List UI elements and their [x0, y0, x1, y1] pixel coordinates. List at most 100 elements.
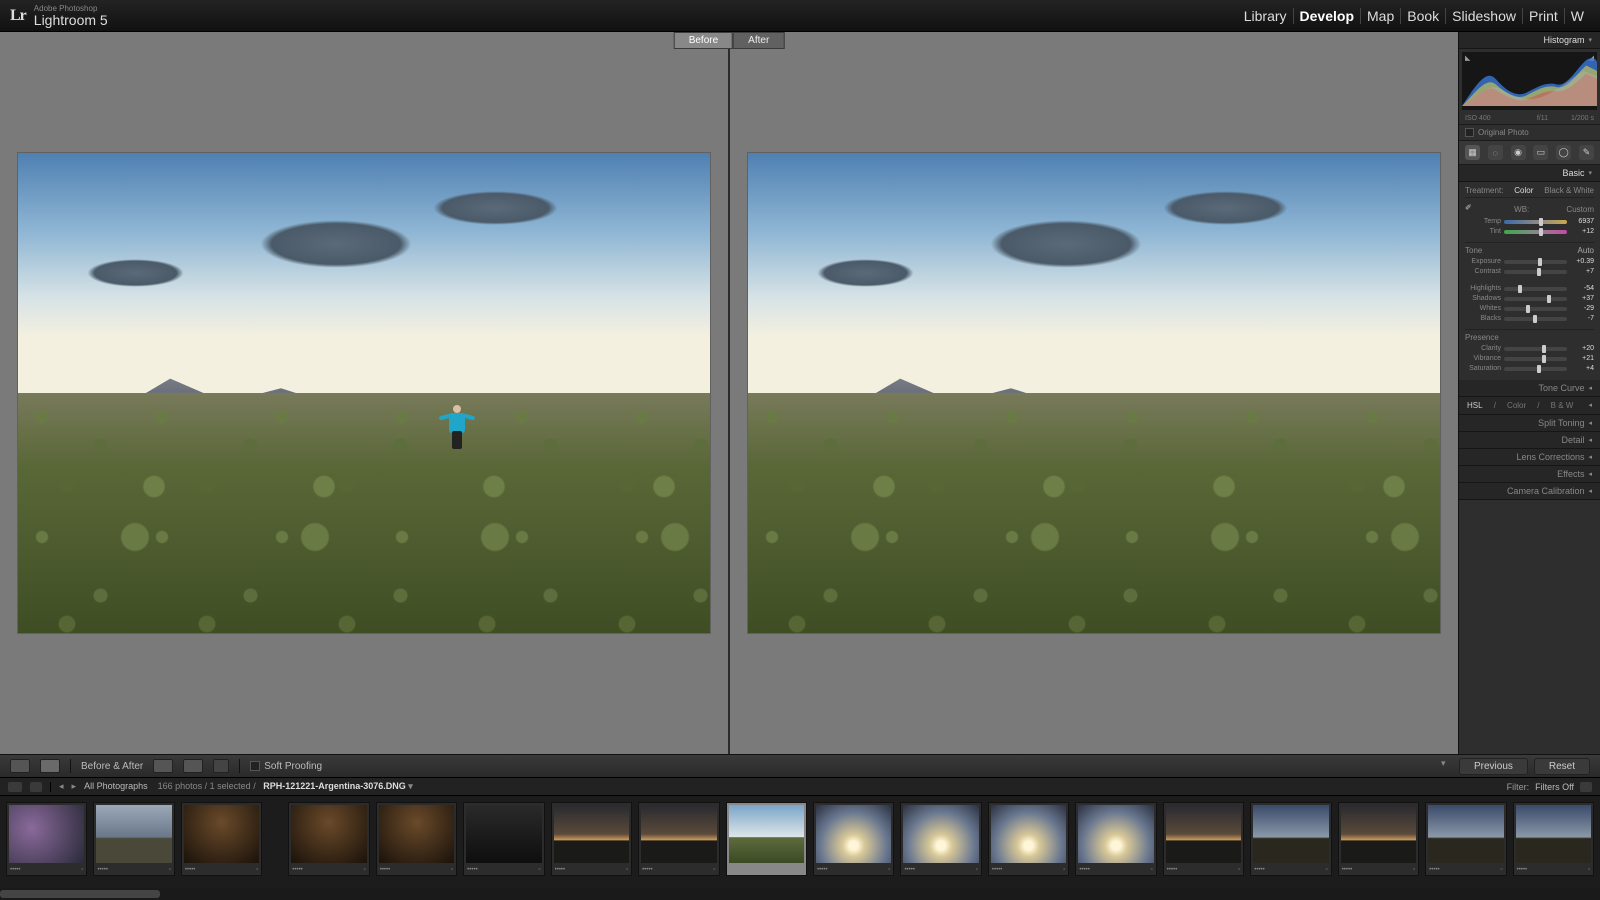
treatment-color[interactable]: Color [1514, 186, 1533, 195]
basic-label: Basic [1562, 168, 1584, 178]
reset-button[interactable]: Reset [1534, 758, 1590, 775]
nav-library[interactable]: Library [1238, 8, 1294, 24]
filmstrip-scrollbar[interactable] [0, 888, 1600, 900]
grad-tool-icon[interactable]: ▭ [1533, 145, 1548, 160]
toolbar-menu-icon[interactable]: ▾ [1441, 758, 1453, 775]
lens-header[interactable]: Lens Corrections◂ [1459, 449, 1600, 466]
detail-header[interactable]: Detail◂ [1459, 432, 1600, 449]
blacks-slider[interactable]: Blacks-7 [1465, 315, 1594, 322]
tool-strip: ▦ ◌ ◉ ▭ ◯ ✎ [1459, 141, 1600, 165]
temp-slider[interactable]: Temp 6937 [1465, 218, 1594, 225]
splittoning-header[interactable]: Split Toning◂ [1459, 415, 1600, 432]
thumb-selected[interactable]: •••••▫ [726, 802, 807, 876]
app-title-block: Adobe Photoshop Lightroom 5 [34, 5, 108, 27]
thumb[interactable]: •••••▫ [1513, 802, 1594, 876]
scrollbar-thumb[interactable] [0, 890, 160, 898]
calibration-header[interactable]: Camera Calibration◂ [1459, 483, 1600, 500]
thumb[interactable]: •••••▫ [551, 802, 632, 876]
exif-shutter: 1/200 s [1571, 115, 1594, 122]
exif-meta: ISO 400 f/11 1/200 s [1459, 113, 1600, 125]
hsl-header[interactable]: HSL/ Color/ B & W ◂ [1459, 397, 1600, 415]
redeye-tool-icon[interactable]: ◉ [1511, 145, 1526, 160]
thumb[interactable]: •••••▫ [463, 802, 544, 876]
tone-auto[interactable]: Auto [1578, 246, 1594, 255]
treatment-bw[interactable]: Black & White [1544, 186, 1594, 195]
person-figure [447, 403, 467, 449]
softproof-label: Soft Proofing [264, 761, 322, 772]
highlights-slider[interactable]: Highlights-54 [1465, 285, 1594, 292]
app-header: Lr Adobe Photoshop Lightroom 5 Library D… [0, 0, 1600, 32]
thumb[interactable]: •••••▫ [1425, 802, 1506, 876]
thumb[interactable]: •••••▫ [988, 802, 1069, 876]
before-pane[interactable] [0, 32, 730, 754]
clarity-slider[interactable]: Clarity+20 [1465, 345, 1594, 352]
thumb[interactable]: •••••▫ [1250, 802, 1331, 876]
thumb[interactable]: •••••▫ [6, 802, 87, 876]
effects-header[interactable]: Effects◂ [1459, 466, 1600, 483]
ba-layout1-icon[interactable] [153, 759, 173, 773]
grid-icon[interactable] [30, 782, 42, 792]
nav-web[interactable]: W [1565, 8, 1590, 24]
softproof-toggle[interactable]: Soft Proofing [250, 761, 322, 772]
original-photo-row[interactable]: Original Photo [1459, 125, 1600, 141]
nav-book[interactable]: Book [1401, 8, 1446, 24]
tonecurve-header[interactable]: Tone Curve◂ [1459, 380, 1600, 397]
whites-slider[interactable]: Whites-29 [1465, 305, 1594, 312]
filter-label: Filter: [1507, 782, 1530, 792]
histogram-header[interactable]: Histogram▾ [1459, 32, 1600, 49]
spot-tool-icon[interactable]: ◌ [1488, 145, 1503, 160]
tab-before[interactable]: Before [674, 32, 733, 49]
filter-value[interactable]: Filters Off [1535, 782, 1574, 792]
filmstrip-breadcrumb[interactable]: All Photographs 166 photos / 1 selected … [84, 781, 413, 792]
chevron-left-icon: ◂ [1588, 470, 1592, 478]
thumb[interactable]: •••••▫ [900, 802, 981, 876]
nav-slideshow[interactable]: Slideshow [1446, 8, 1523, 24]
ba-layout2-icon[interactable] [183, 759, 203, 773]
thumb[interactable]: •••••▫ [1075, 802, 1156, 876]
app-logo: Lr [10, 7, 26, 25]
brush-tool-icon[interactable]: ✎ [1579, 145, 1594, 160]
filter-lock-icon[interactable] [1580, 782, 1592, 792]
previous-button[interactable]: Previous [1459, 758, 1528, 775]
chevron-left-icon: ◂ [1588, 384, 1592, 392]
ba-swap-icon[interactable] [213, 759, 229, 773]
treatment-label: Treatment: [1465, 186, 1503, 195]
nav-fwd-icon[interactable]: ▸ [72, 781, 77, 792]
second-monitor-icon[interactable] [8, 782, 22, 792]
shadows-slider[interactable]: Shadows+37 [1465, 295, 1594, 302]
original-photo-checkbox[interactable] [1465, 128, 1474, 137]
thumb[interactable]: •••••▫ [638, 802, 719, 876]
nav-print[interactable]: Print [1523, 8, 1565, 24]
histogram[interactable]: ◣ ◢ [1462, 52, 1597, 110]
vibrance-slider[interactable]: Vibrance+21 [1465, 355, 1594, 362]
thumb[interactable]: •••••▫ [813, 802, 894, 876]
nav-develop[interactable]: Develop [1294, 8, 1361, 24]
loupe-view-icon[interactable] [10, 759, 30, 773]
tint-slider[interactable]: Tint +12 [1465, 228, 1594, 235]
crop-tool-icon[interactable]: ▦ [1465, 145, 1480, 160]
radial-tool-icon[interactable]: ◯ [1556, 145, 1571, 160]
filmstrip[interactable]: •••••▫ •••••▫ •••••▫ •••••▫ •••••▫ •••••… [0, 796, 1600, 888]
compare-view-icon[interactable] [40, 759, 60, 773]
presence-label: Presence [1465, 333, 1499, 342]
softproof-checkbox[interactable] [250, 761, 260, 771]
nav-map[interactable]: Map [1361, 8, 1401, 24]
after-pane[interactable] [730, 32, 1458, 754]
thumb[interactable]: •••••▫ [1338, 802, 1419, 876]
thumb[interactable]: •••••▫ [288, 802, 369, 876]
thumb[interactable]: •••••▫ [1163, 802, 1244, 876]
nav-back-icon[interactable]: ◂ [59, 781, 64, 792]
contrast-slider[interactable]: Contrast+7 [1465, 268, 1594, 275]
saturation-slider[interactable]: Saturation+4 [1465, 365, 1594, 372]
wb-value[interactable]: Custom [1566, 205, 1594, 214]
tab-after[interactable]: After [733, 32, 784, 49]
eyedropper-icon[interactable]: ✐ [1465, 203, 1477, 215]
exposure-slider[interactable]: Exposure+0.39 [1465, 258, 1594, 265]
chevron-left-icon: ◂ [1588, 401, 1592, 410]
thumb[interactable]: •••••▫ [181, 802, 262, 876]
thumb[interactable]: •••••▫ [93, 802, 174, 876]
thumb[interactable]: •••••▫ [376, 802, 457, 876]
basic-header[interactable]: Basic▾ [1459, 165, 1600, 182]
wb-label: WB: [1514, 205, 1529, 214]
chevron-down-icon: ▾ [1588, 36, 1592, 44]
